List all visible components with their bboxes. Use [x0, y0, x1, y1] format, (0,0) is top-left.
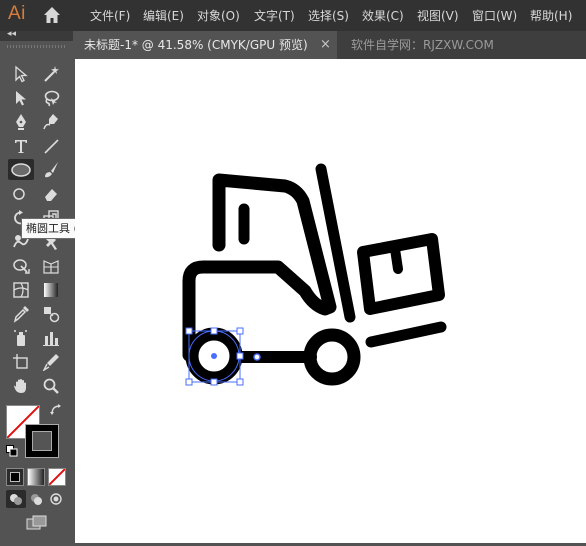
ellipse-tool-icon[interactable] — [8, 159, 34, 180]
color-mode-button[interactable] — [6, 468, 24, 486]
none-mode-button[interactable] — [48, 468, 66, 486]
selection-tool-icon[interactable] — [9, 63, 33, 84]
menu-bar: Ai 文件(F) 编辑(E) 对象(O) 文字(T) 选择(S) 效果(C) 视… — [0, 0, 586, 31]
shaper-tool-icon[interactable] — [9, 183, 33, 204]
handle-bottom-right[interactable] — [236, 378, 244, 386]
stroke-swatch-inner — [32, 431, 52, 451]
forklift-box[interactable] — [357, 233, 445, 315]
menu-file[interactable]: 文件(F) — [90, 7, 130, 24]
type-tool-icon[interactable] — [9, 135, 33, 156]
hand-tool-icon[interactable] — [9, 375, 33, 396]
draw-behind-icon[interactable] — [26, 490, 46, 508]
pie-widget[interactable] — [253, 353, 261, 361]
magic-wand-icon[interactable] — [39, 63, 63, 84]
tools-panel-header: ◂◂ — [0, 29, 73, 41]
handle-top-right[interactable] — [236, 327, 244, 335]
tab-title: 未标题-1* @ 41.58% (CMYK/GPU 预览) — [84, 38, 308, 52]
menu-object[interactable]: 对象(O) — [197, 7, 240, 24]
document-tab-bar: 未标题-1* @ 41.58% (CMYK/GPU 预览) × 软件自学网：RJ… — [75, 31, 586, 59]
paintbrush-tool-icon[interactable] — [39, 159, 63, 180]
artboard-tool-icon[interactable] — [9, 351, 33, 372]
tab-rjzxw[interactable]: 软件自学网：RJZXW.COM — [351, 31, 494, 59]
slice-tool-icon[interactable] — [39, 351, 63, 372]
screen-mode-icon[interactable] — [24, 514, 50, 532]
direct-selection-tool-icon[interactable] — [9, 87, 33, 108]
menu-view[interactable]: 视图(V) — [417, 7, 459, 24]
stroke-swatch[interactable] — [25, 424, 59, 458]
forklift-icon — [182, 163, 447, 386]
handle-bottom-left[interactable] — [185, 378, 193, 386]
blend-tool-icon[interactable] — [39, 303, 63, 324]
forklift-fork[interactable] — [365, 321, 447, 348]
perspective-grid-tool-icon[interactable] — [39, 255, 63, 276]
tools-panel: ◂◂ 椭圆工具 (L) — [0, 29, 94, 543]
handle-top-left[interactable] — [185, 327, 193, 335]
eyedropper-tool-icon[interactable] — [9, 303, 33, 324]
center-point — [211, 353, 217, 359]
artboard-canvas[interactable] — [75, 59, 586, 543]
app-logo: Ai — [8, 3, 26, 24]
eraser-tool-icon[interactable] — [39, 183, 63, 204]
menu-select[interactable]: 选择(S) — [308, 7, 349, 24]
pen-tool-icon[interactable] — [9, 111, 33, 132]
panel-grip[interactable] — [7, 45, 65, 48]
handle-top-middle[interactable] — [210, 327, 218, 335]
gradient-mode-button[interactable] — [27, 468, 45, 486]
home-icon[interactable] — [42, 5, 62, 28]
gradient-tool-icon[interactable] — [39, 279, 63, 300]
menu-type[interactable]: 文字(T) — [254, 7, 295, 24]
mesh-tool-icon[interactable] — [9, 279, 33, 300]
zoom-tool-icon[interactable] — [39, 375, 63, 396]
menu-help[interactable]: 帮助(H) — [530, 7, 572, 24]
lasso-tool-icon[interactable] — [39, 87, 63, 108]
column-graph-tool-icon[interactable] — [39, 327, 63, 348]
menu-window[interactable]: 窗口(W) — [472, 7, 517, 24]
tab-close-button[interactable]: × — [320, 31, 331, 59]
symbol-sprayer-tool-icon[interactable] — [9, 327, 33, 348]
tab-untitled-1[interactable]: 未标题-1* @ 41.58% (CMYK/GPU 预览) × — [75, 31, 337, 59]
swap-fill-stroke-icon[interactable] — [49, 403, 63, 420]
forklift-box-flap[interactable] — [390, 244, 403, 274]
line-segment-tool-icon[interactable] — [39, 135, 63, 156]
draw-normal-icon[interactable] — [6, 490, 26, 508]
default-colors-icon[interactable] — [6, 445, 18, 460]
handle-bottom-middle[interactable] — [210, 378, 218, 386]
color-mode-icon — [10, 472, 20, 482]
draw-inside-icon[interactable] — [46, 490, 66, 508]
collapse-icon[interactable]: ◂◂ — [7, 29, 16, 39]
handle-middle-right[interactable] — [236, 352, 244, 360]
menu-edit[interactable]: 编辑(E) — [143, 7, 184, 24]
menu-effect[interactable]: 效果(C) — [362, 7, 404, 24]
shape-builder-tool-icon[interactable] — [9, 255, 33, 276]
curvature-tool-icon[interactable] — [39, 111, 63, 132]
